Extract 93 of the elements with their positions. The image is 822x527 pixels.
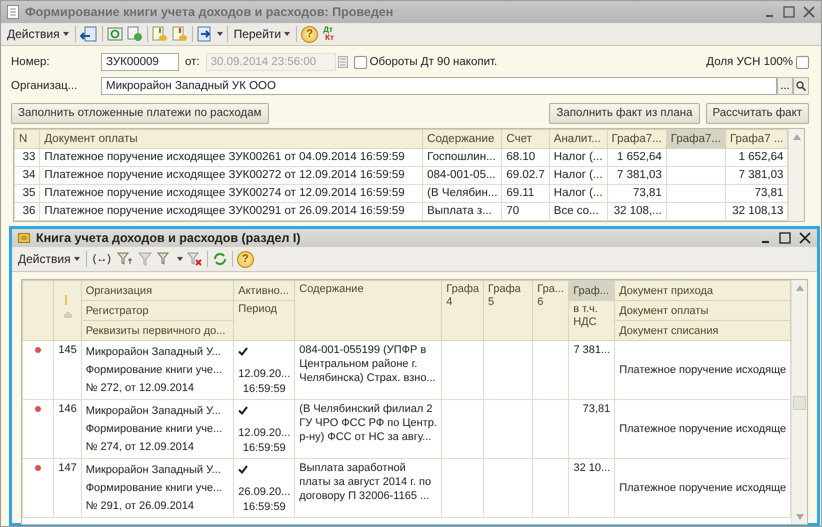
column-header[interactable]: Графа7... (666, 130, 726, 148)
table-cell: Платежное поручение исходящее ЗУК00291 от 26.09.2014 16:59:59 (40, 202, 423, 220)
help-button[interactable]: ? (301, 26, 318, 42)
column-header[interactable]: Период (234, 300, 295, 340)
table-cell: 36 (14, 202, 40, 220)
period-time: 16:59:59 (242, 500, 286, 515)
postings-button[interactable]: Дт Кт (322, 26, 334, 42)
turnover-checkbox[interactable]: Обороты Дт 90 накопит. (354, 56, 498, 68)
field-label: Номер: (11, 56, 51, 68)
organization-text: Микрорайон Западный У... (86, 463, 222, 478)
field-label: Организац... (11, 80, 78, 92)
fill-button[interactable]: Заполнить отложенные платежи по расходам (11, 102, 268, 124)
table-cell: Платежное поручение исходящее ЗУК00261 от 04.09.2014 16:59:59 (40, 148, 423, 166)
table-cell: Выплата з... (422, 202, 502, 220)
column-header[interactable]: Счет (502, 130, 550, 148)
table-cell: 35 (14, 184, 40, 202)
table-cell: Налог (... (549, 148, 608, 166)
payment-document-text: Платежное поручение исходяще (619, 363, 786, 377)
action-button[interactable]: Заполнить факт из плана (549, 102, 700, 124)
column-header[interactable]: Графа7... (607, 130, 666, 148)
action-button[interactable]: Рассчитать факт (706, 102, 809, 124)
vat-amount: 32 10... (573, 462, 610, 474)
table-cell: Налог (... (549, 166, 608, 184)
select-button[interactable]: ... (777, 77, 793, 95)
column-header[interactable]: Документ оплаты (614, 300, 791, 320)
table-cell: 68.10 (502, 148, 550, 166)
column-header[interactable]: Реквизиты первичного до... (81, 320, 234, 340)
column-header[interactable]: Документ прихода (614, 280, 791, 300)
column-header[interactable]: Содержание (422, 130, 502, 148)
row-number: 146 (58, 403, 77, 415)
table-cell: Все со... (549, 202, 608, 220)
column-header[interactable]: Документ оплаты (40, 130, 423, 148)
table-cell: Госпошлин... (422, 148, 502, 166)
table-cell: (В Челябин... (422, 184, 502, 202)
period-date: 26.09.20... (238, 485, 290, 500)
table-cell: 70 (502, 202, 550, 220)
column-header[interactable]: Гра... 6 (532, 280, 569, 340)
help-button[interactable]: ? (236, 250, 254, 268)
column-header[interactable]: в т.ч. НДС (568, 300, 615, 340)
column-header[interactable]: Аналит... (549, 130, 608, 148)
table-cell: 32 108,... (607, 202, 666, 220)
registrar-text: Формирование книги уче... (86, 363, 224, 378)
column-header[interactable]: N (14, 130, 40, 148)
table-cell: Платежное поручение исходящее ЗУК00272 от 12.09.2014 16:59:59 (40, 166, 423, 184)
interval-button[interactable]: (↔) (90, 253, 113, 265)
number-field[interactable]: ЗУК00009 (101, 53, 179, 71)
requisites-text: № 272, от 12.09.2014 (86, 381, 196, 396)
column-header[interactable]: Документ списания (614, 320, 791, 340)
requisites-text: № 274, от 12.09.2014 (86, 440, 196, 455)
column-header[interactable]: Граф... (568, 280, 615, 300)
column-header[interactable]: Графа 4 (442, 280, 484, 340)
vat-amount: 7 381... (573, 344, 610, 356)
usn-checkbox[interactable]: Доля УСН 100% (706, 56, 809, 68)
content-text: Выплата заработной платы за август 2014 г. по договору П 32006-1165 ... (299, 461, 432, 503)
requisites-text: № 291, от 26.09.2014 (86, 499, 196, 514)
period-time: 16:59:59 (242, 441, 286, 456)
table-cell: 7 381,03 (607, 166, 666, 184)
period-date: 12.09.20... (238, 426, 290, 441)
column-header[interactable]: Графа7 ... (725, 130, 788, 148)
table-cell: Платежное поручение исходящее ЗУК00274 от 12.09.2014 16:59:59 (40, 184, 423, 202)
column-header[interactable]: Активно... (234, 280, 295, 300)
window-title: Формирование книги учета доходов и расходов: Проведен (25, 5, 394, 19)
table-cell: 084-001-05... (422, 166, 502, 184)
payment-document-text: Платежное поручение исходяще (619, 422, 786, 436)
table-cell: 1 652,64 (607, 148, 666, 166)
column-header[interactable]: Содержание (294, 280, 442, 340)
organization-text: Микрорайон Западный У... (86, 345, 222, 360)
table-cell: 73,81 (607, 184, 666, 202)
registrar-text: Формирование книги уче... (86, 481, 224, 496)
table-cell: 69.02.7 (502, 166, 550, 184)
vat-amount: 73,81 (582, 403, 610, 415)
row-number: 147 (58, 462, 77, 474)
period-time: 16:59:59 (242, 382, 286, 397)
actions-menu[interactable]: Действия (16, 252, 82, 266)
actions-menu[interactable]: Действия (5, 27, 71, 41)
column-header[interactable]: Графа 5 (484, 280, 533, 340)
row-number: 145 (58, 344, 77, 356)
table-cell: 69.11 (502, 184, 550, 202)
organization-text: Микрорайон Западный У... (86, 404, 222, 419)
payment-document-text: Платежное поручение исходяще (619, 481, 786, 495)
table-cell: 34 (14, 166, 40, 184)
organization-field[interactable]: Микрорайон Западный УК ООО (101, 77, 777, 95)
registrar-text: Формирование книги уче... (86, 422, 224, 437)
field-label: от: (185, 56, 200, 68)
period-date: 12.09.20... (238, 367, 290, 382)
column-header[interactable]: Организация (81, 280, 234, 300)
window-title: Книга учета доходов и расходов (раздел I) (36, 231, 301, 245)
table-cell: Налог (... (549, 184, 608, 202)
column-header[interactable]: Регистратор (81, 300, 234, 320)
go-to-menu[interactable]: Перейти (232, 27, 292, 41)
content-text: (В Челябинский филиал 2 ГУ ЧРО ФСС РФ по Центр. р-ну) ФСС от НС за авгу... (299, 402, 438, 444)
table-cell: 33 (14, 148, 40, 166)
content-text: 084-001-055199 (УПФР в Центральном районе г. Челябинска) Страх. взно... (299, 343, 437, 385)
